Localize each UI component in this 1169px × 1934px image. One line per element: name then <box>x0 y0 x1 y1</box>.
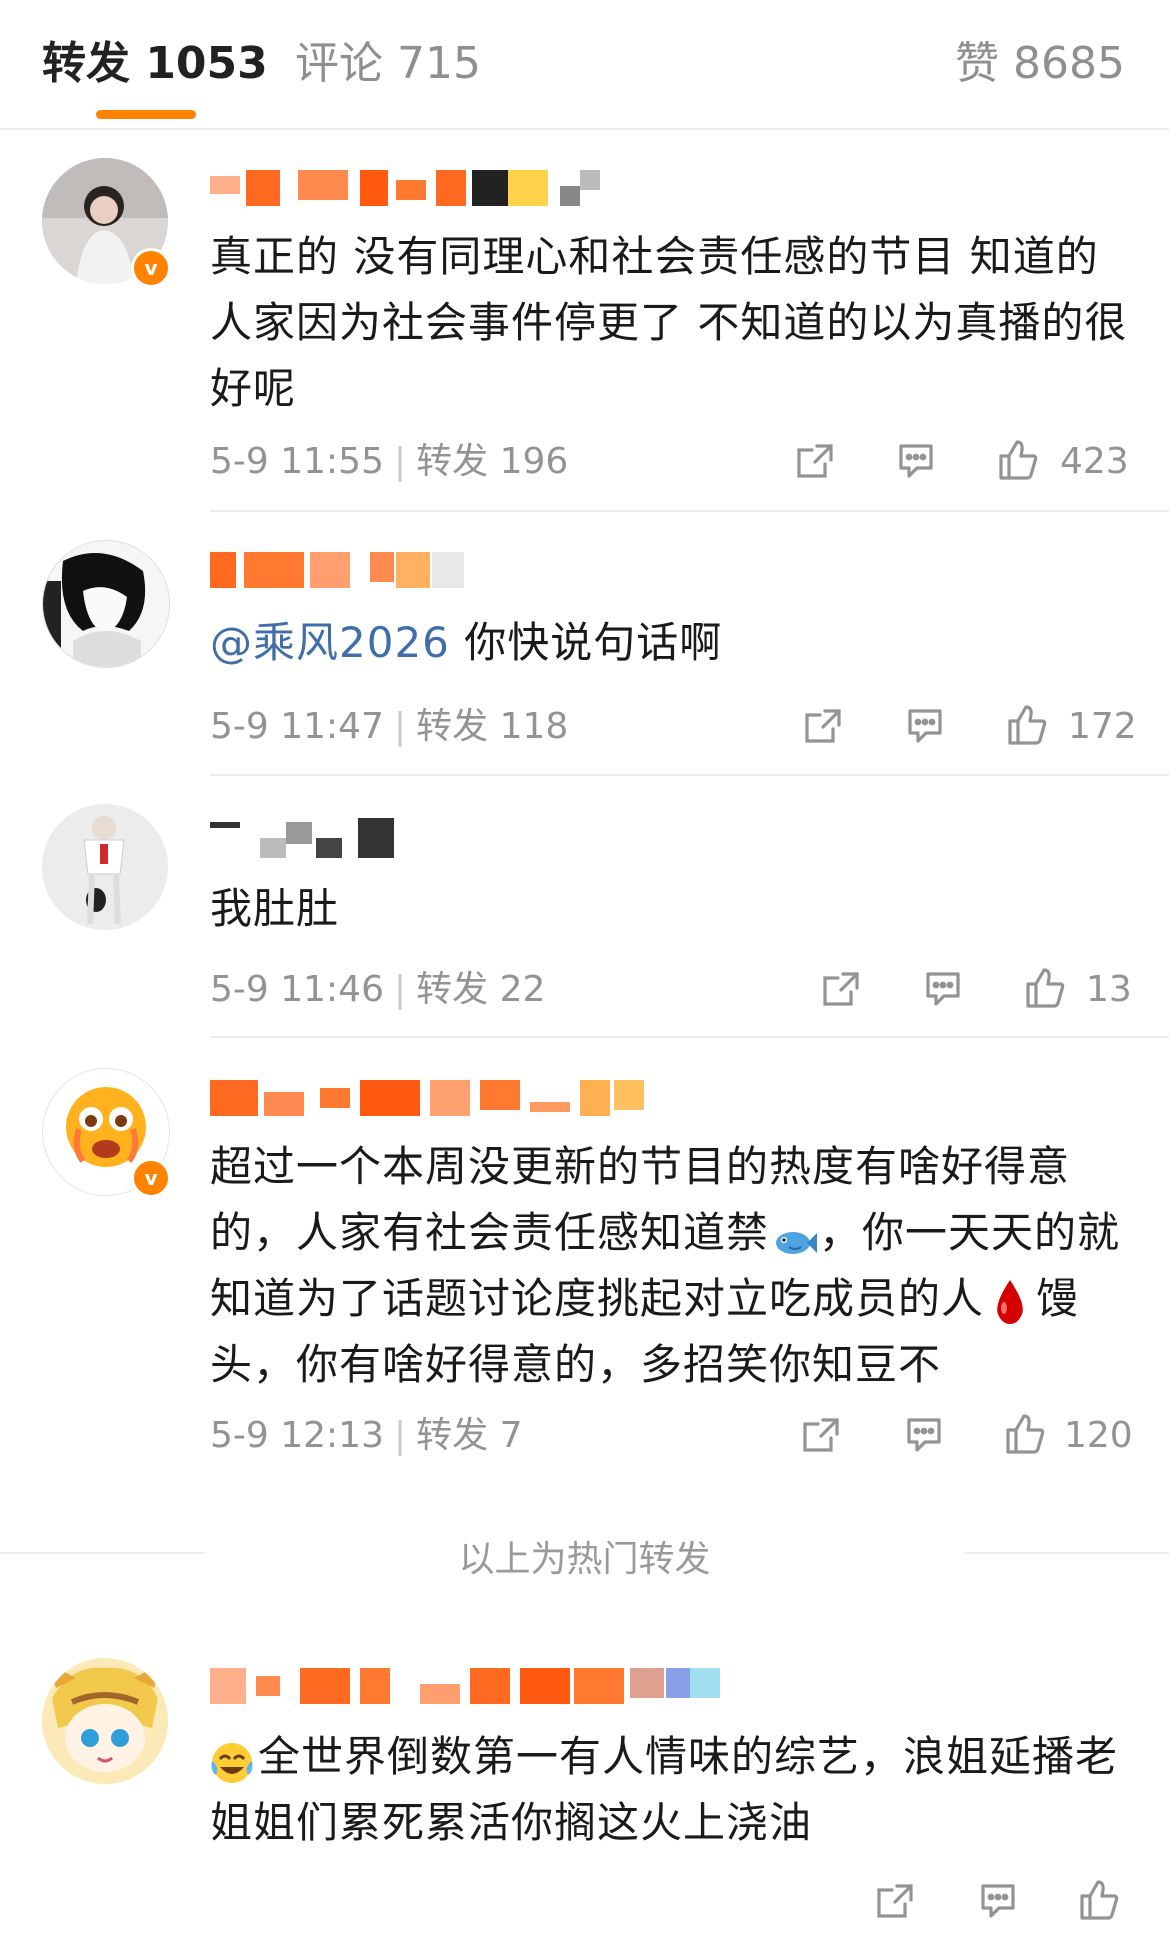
share-icon[interactable] <box>803 705 845 751</box>
timestamp: 5-9 11:47 <box>210 706 384 747</box>
divider <box>210 774 1169 776</box>
like-icon[interactable] <box>1004 1412 1046 1460</box>
comment-text: 真正的 没有同理心和社会责任感的节目 知道的人家因为社会事件停更了 不知道的以为… <box>210 232 1128 413</box>
username-redacted[interactable] <box>210 552 530 598</box>
comment-meta: 5-9 11:55 | 转发 196 <box>210 441 569 482</box>
comment-body: 你快说句话啊 <box>449 618 723 667</box>
like-count: 13 <box>1086 969 1132 1010</box>
avatar[interactable] <box>42 540 170 668</box>
timestamp: 5-9 11:46 <box>210 969 384 1010</box>
avatar[interactable] <box>42 1658 168 1784</box>
username-redacted[interactable] <box>210 1668 810 1714</box>
username-redacted[interactable] <box>210 1080 750 1126</box>
comment-icon[interactable] <box>904 705 946 751</box>
hot-reposts-separator: 以上为热门转发 <box>0 1520 1169 1584</box>
like-icon[interactable] <box>1006 703 1048 751</box>
timestamp: 5-9 12:13 <box>210 1415 384 1456</box>
like-icon[interactable] <box>1078 1878 1120 1926</box>
laugh-cry-emoji <box>210 1738 254 1783</box>
repost-count: 转发 7 <box>416 1415 523 1456</box>
avatar[interactable] <box>42 804 168 930</box>
username-redacted[interactable] <box>210 818 440 864</box>
comment-icon[interactable] <box>895 440 937 486</box>
comment-meta: 5-9 12:13 | 转发 7 <box>210 1415 523 1456</box>
active-tab-indicator <box>96 110 196 119</box>
comment-icon[interactable] <box>903 1414 945 1460</box>
tab-bar: 转发 1053 评论 715 赞 8685 <box>0 0 1169 130</box>
blood-drop-emoji <box>992 1278 1028 1326</box>
like-icon[interactable] <box>997 438 1039 486</box>
repost-count: 转发 118 <box>416 706 569 747</box>
tab-reposts[interactable]: 转发 1053 <box>42 36 268 92</box>
tab-comments[interactable]: 评论 715 <box>295 36 481 92</box>
like-count: 120 <box>1064 1415 1133 1456</box>
timestamp: 5-9 11:55 <box>210 441 384 482</box>
divider <box>210 1036 1169 1038</box>
comment-meta: 5-9 11:47 | 转发 118 <box>210 706 569 747</box>
repost-count: 转发 196 <box>416 441 569 482</box>
verified-badge-icon: v <box>131 1158 171 1198</box>
share-icon[interactable] <box>821 968 863 1014</box>
fish-emoji <box>771 1216 818 1256</box>
comment-text: 超过一个本周没更新的节目的热度有啥好得意的，人家有社会责任感知道禁 ，你一天天的… <box>210 1134 1130 1398</box>
share-icon[interactable] <box>875 1880 917 1926</box>
comment-body: 全世界倒数第一有人情味的综艺，浪姐延播老姐姐们累死累活你搁这火上浇油 <box>210 1732 1119 1847</box>
comment-text: 我肚肚 <box>210 884 340 933</box>
comment-meta: 5-9 11:46 | 转发 22 <box>210 969 546 1010</box>
comment-text: 全世界倒数第一有人情味的综艺，浪姐延播老姐姐们累死累活你搁这火上浇油 <box>210 1724 1130 1856</box>
share-icon[interactable] <box>795 440 837 486</box>
verified-badge-icon: v <box>131 248 171 288</box>
tab-likes[interactable]: 赞 8685 <box>955 36 1125 92</box>
share-icon[interactable] <box>801 1414 843 1460</box>
repost-count: 转发 22 <box>416 969 546 1010</box>
divider <box>210 510 1169 512</box>
like-count: 423 <box>1060 441 1129 482</box>
username-redacted[interactable] <box>210 170 710 216</box>
comment-text: @乘风2026 你快说句话啊 <box>210 610 1130 676</box>
like-icon[interactable] <box>1024 966 1066 1014</box>
like-count: 172 <box>1068 706 1137 747</box>
mention-link[interactable]: @乘风2026 <box>210 618 450 667</box>
comment-icon[interactable] <box>922 968 964 1014</box>
separator-label: 以上为热门转发 <box>458 1539 711 1580</box>
comment-icon[interactable] <box>977 1880 1019 1926</box>
